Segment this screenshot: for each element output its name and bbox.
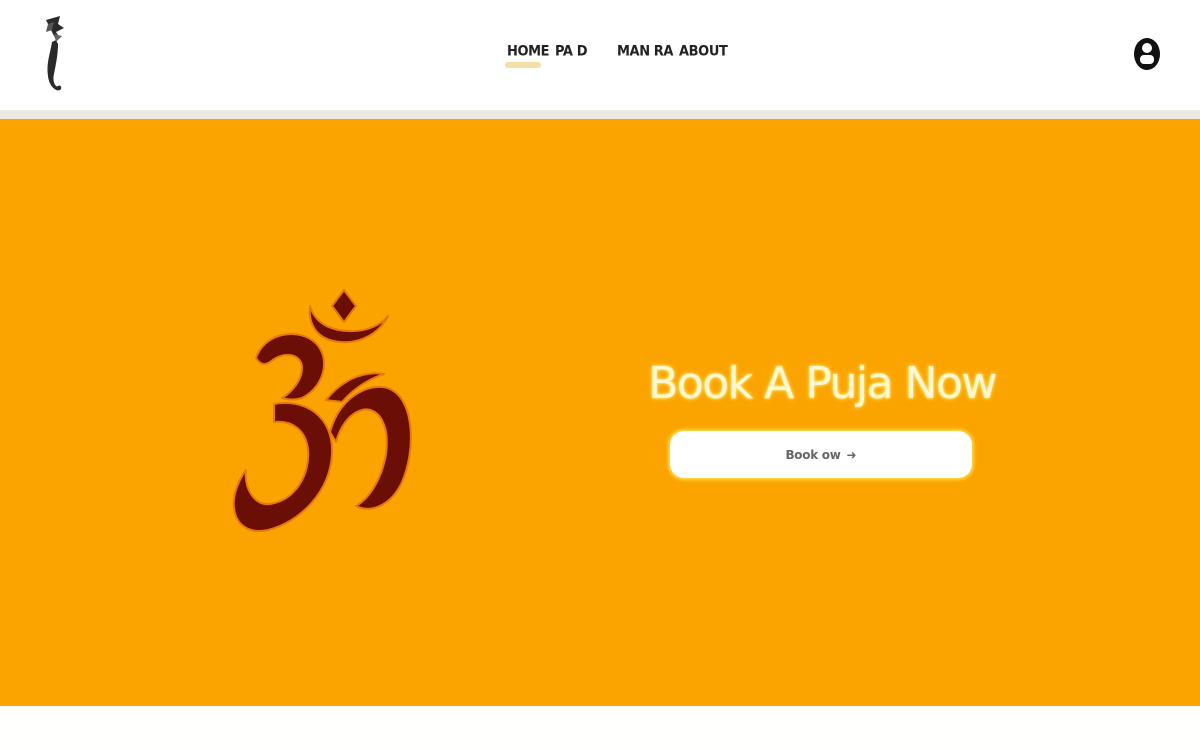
nav-active-underline (505, 62, 541, 68)
om-symbol-icon (232, 289, 412, 532)
nav-about[interactable]: ABOUT (679, 43, 728, 60)
nav-padi[interactable]: PA D (555, 43, 588, 60)
header-divider (0, 110, 1200, 119)
main-nav: HOME PA D MAN RA ABOUT (0, 43, 1200, 64)
user-account-icon[interactable] (1133, 37, 1161, 71)
nav-mantra[interactable]: MAN RA (617, 43, 673, 60)
hero-banner (0, 119, 1200, 706)
hero-title: Book A Puja Now (648, 358, 997, 409)
page-footer-strip (0, 706, 1200, 750)
nav-home[interactable]: HOME (507, 43, 550, 60)
book-now-button[interactable]: Book ow ➜ (670, 431, 972, 478)
site-header: HOME PA D MAN RA ABOUT (0, 0, 1200, 110)
arrow-right-icon: ➜ (846, 447, 857, 462)
book-now-label: Book ow (785, 447, 841, 462)
